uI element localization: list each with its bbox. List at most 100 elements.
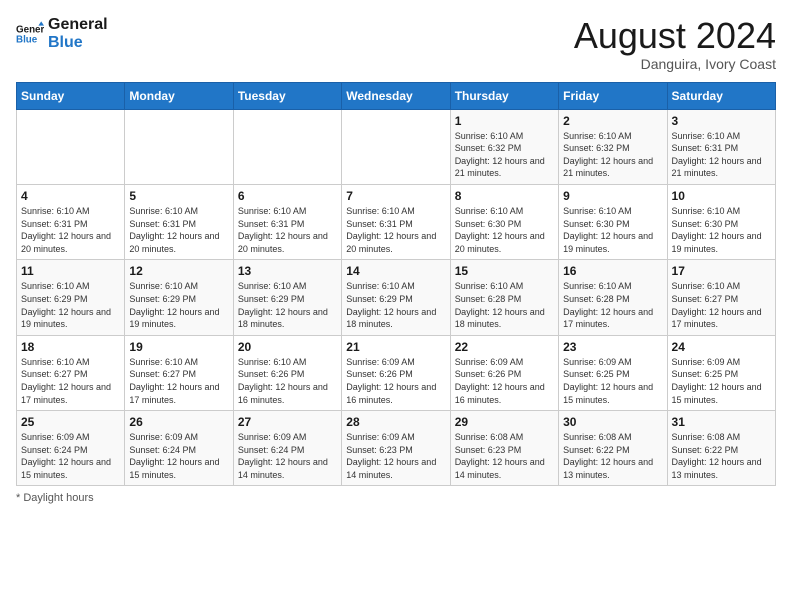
day-info: Sunrise: 6:08 AM Sunset: 6:23 PM Dayligh… xyxy=(455,431,554,481)
day-number: 8 xyxy=(455,189,554,203)
weekday-friday: Friday xyxy=(559,82,667,109)
day-cell xyxy=(342,109,450,184)
day-cell: 10 Sunrise: 6:10 AM Sunset: 6:30 PM Dayli… xyxy=(667,184,775,259)
title-area: August 2024 Danguira, Ivory Coast xyxy=(574,16,776,72)
footer-note: * Daylight hours xyxy=(16,492,776,504)
day-cell: 26 Sunrise: 6:09 AM Sunset: 6:24 PM Dayli… xyxy=(125,411,233,486)
day-cell: 4 Sunrise: 6:10 AM Sunset: 6:31 PM Daylig… xyxy=(17,184,125,259)
day-cell: 28Sunrise: 6:09 AM Sunset: 6:23 PM Dayli… xyxy=(342,411,450,486)
day-cell: 18Sunrise: 6:10 AM Sunset: 6:27 PM Dayli… xyxy=(17,335,125,410)
day-cell: 7 Sunrise: 6:10 AM Sunset: 6:31 PM Daylig… xyxy=(342,184,450,259)
day-number: 16 xyxy=(563,264,662,278)
day-info: Sunrise: 6:10 AM Sunset: 6:31 PM Dayligh… xyxy=(21,205,120,255)
weekday-header-row: SundayMondayTuesdayWednesdayThursdayFrid… xyxy=(17,82,776,109)
logo-general: General xyxy=(48,16,108,34)
weekday-wednesday: Wednesday xyxy=(342,82,450,109)
day-number: 7 xyxy=(346,189,445,203)
day-number: 30 xyxy=(563,415,662,429)
daylight-label: Daylight hours xyxy=(23,492,93,504)
day-number: 5 xyxy=(129,189,228,203)
day-cell: 17 Sunrise: 6:10 AM Sunset: 6:27 PM Dayli… xyxy=(667,260,775,335)
weekday-saturday: Saturday xyxy=(667,82,775,109)
day-number: 23 xyxy=(563,340,662,354)
day-cell: 5Sunrise: 6:10 AM Sunset: 6:31 PM Daylig… xyxy=(125,184,233,259)
day-number: 9 xyxy=(563,189,662,203)
day-info: Sunrise: 6:10 AM Sunset: 6:26 PM Dayligh… xyxy=(238,356,337,406)
day-info: Sunrise: 6:10 AM Sunset: 6:28 PM Dayligh… xyxy=(563,280,662,330)
day-cell: 1 Sunrise: 6:10 AM Sunset: 6:32 PM Daylig… xyxy=(450,109,558,184)
day-cell: 29 Sunrise: 6:08 AM Sunset: 6:23 PM Dayli… xyxy=(450,411,558,486)
day-number: 4 xyxy=(21,189,120,203)
day-cell: 8 Sunrise: 6:10 AM Sunset: 6:30 PM Daylig… xyxy=(450,184,558,259)
day-number: 10 xyxy=(672,189,771,203)
day-cell: 22 Sunrise: 6:09 AM Sunset: 6:26 PM Dayli… xyxy=(450,335,558,410)
day-number: 25 xyxy=(21,415,120,429)
day-number: 28 xyxy=(346,415,445,429)
day-cell: 23 Sunrise: 6:09 AM Sunset: 6:25 PM Dayli… xyxy=(559,335,667,410)
day-cell: 30 Sunrise: 6:08 AM Sunset: 6:22 PM Dayli… xyxy=(559,411,667,486)
day-cell: 12Sunrise: 6:10 AM Sunset: 6:29 PM Dayli… xyxy=(125,260,233,335)
day-info: Sunrise: 6:10 AM Sunset: 6:30 PM Dayligh… xyxy=(563,205,662,255)
day-cell: 16 Sunrise: 6:10 AM Sunset: 6:28 PM Dayli… xyxy=(559,260,667,335)
day-info: Sunrise: 6:09 AM Sunset: 6:26 PM Dayligh… xyxy=(346,356,445,406)
day-info: Sunrise: 6:10 AM Sunset: 6:27 PM Dayligh… xyxy=(672,280,771,330)
week-row-2: 4 Sunrise: 6:10 AM Sunset: 6:31 PM Daylig… xyxy=(17,184,776,259)
day-cell: 14 Sunrise: 6:10 AM Sunset: 6:29 PM Dayli… xyxy=(342,260,450,335)
day-info: Sunrise: 6:10 AM Sunset: 6:31 PM Dayligh… xyxy=(346,205,445,255)
day-cell: 20 Sunrise: 6:10 AM Sunset: 6:26 PM Dayli… xyxy=(233,335,341,410)
day-number: 26 xyxy=(129,415,228,429)
day-cell: 24Sunrise: 6:09 AM Sunset: 6:25 PM Dayli… xyxy=(667,335,775,410)
day-number: 15 xyxy=(455,264,554,278)
day-info: Sunrise: 6:09 AM Sunset: 6:24 PM Dayligh… xyxy=(21,431,120,481)
day-number: 22 xyxy=(455,340,554,354)
month-year: August 2024 xyxy=(574,16,776,56)
day-number: 19 xyxy=(129,340,228,354)
day-info: Sunrise: 6:10 AM Sunset: 6:31 PM Dayligh… xyxy=(238,205,337,255)
week-row-1: 1 Sunrise: 6:10 AM Sunset: 6:32 PM Daylig… xyxy=(17,109,776,184)
day-number: 1 xyxy=(455,114,554,128)
day-number: 14 xyxy=(346,264,445,278)
day-number: 20 xyxy=(238,340,337,354)
day-cell: 21Sunrise: 6:09 AM Sunset: 6:26 PM Dayli… xyxy=(342,335,450,410)
week-row-5: 25 Sunrise: 6:09 AM Sunset: 6:24 PM Dayli… xyxy=(17,411,776,486)
day-info: Sunrise: 6:09 AM Sunset: 6:24 PM Dayligh… xyxy=(129,431,228,481)
day-number: 18 xyxy=(21,340,120,354)
day-number: 6 xyxy=(238,189,337,203)
day-number: 3 xyxy=(672,114,771,128)
day-info: Sunrise: 6:10 AM Sunset: 6:30 PM Dayligh… xyxy=(455,205,554,255)
day-info: Sunrise: 6:09 AM Sunset: 6:26 PM Dayligh… xyxy=(455,356,554,406)
week-row-3: 11Sunrise: 6:10 AM Sunset: 6:29 PM Dayli… xyxy=(17,260,776,335)
day-cell: 13 Sunrise: 6:10 AM Sunset: 6:29 PM Dayli… xyxy=(233,260,341,335)
day-cell: 6 Sunrise: 6:10 AM Sunset: 6:31 PM Daylig… xyxy=(233,184,341,259)
day-cell: 15Sunrise: 6:10 AM Sunset: 6:28 PM Dayli… xyxy=(450,260,558,335)
day-info: Sunrise: 6:10 AM Sunset: 6:27 PM Dayligh… xyxy=(129,356,228,406)
svg-text:Blue: Blue xyxy=(16,34,38,45)
day-info: Sunrise: 6:10 AM Sunset: 6:32 PM Dayligh… xyxy=(563,130,662,180)
day-cell: 2 Sunrise: 6:10 AM Sunset: 6:32 PM Daylig… xyxy=(559,109,667,184)
day-info: Sunrise: 6:10 AM Sunset: 6:30 PM Dayligh… xyxy=(672,205,771,255)
day-cell: 31Sunrise: 6:08 AM Sunset: 6:22 PM Dayli… xyxy=(667,411,775,486)
day-number: 12 xyxy=(129,264,228,278)
day-info: Sunrise: 6:10 AM Sunset: 6:29 PM Dayligh… xyxy=(346,280,445,330)
day-info: Sunrise: 6:10 AM Sunset: 6:32 PM Dayligh… xyxy=(455,130,554,180)
day-number: 17 xyxy=(672,264,771,278)
day-info: Sunrise: 6:08 AM Sunset: 6:22 PM Dayligh… xyxy=(563,431,662,481)
day-number: 13 xyxy=(238,264,337,278)
day-info: Sunrise: 6:09 AM Sunset: 6:24 PM Dayligh… xyxy=(238,431,337,481)
week-row-4: 18 Sunrise: 6:10 AM Sunset: 6:27 PM Dayli… xyxy=(17,335,776,410)
day-cell: 11Sunrise: 6:10 AM Sunset: 6:29 PM Dayli… xyxy=(17,260,125,335)
day-cell xyxy=(125,109,233,184)
day-info: Sunrise: 6:09 AM Sunset: 6:25 PM Dayligh… xyxy=(563,356,662,406)
day-info: Sunrise: 6:09 AM Sunset: 6:25 PM Dayligh… xyxy=(672,356,771,406)
location: Danguira, Ivory Coast xyxy=(574,56,776,72)
day-info: Sunrise: 6:10 AM Sunset: 6:31 PM Dayligh… xyxy=(672,130,771,180)
weekday-sunday: Sunday xyxy=(17,82,125,109)
day-cell xyxy=(233,109,341,184)
day-cell: 27Sunrise: 6:09 AM Sunset: 6:24 PM Dayli… xyxy=(233,411,341,486)
day-number: 2 xyxy=(563,114,662,128)
day-cell: 9 Sunrise: 6:10 AM Sunset: 6:30 PM Daylig… xyxy=(559,184,667,259)
day-info: Sunrise: 6:10 AM Sunset: 6:29 PM Dayligh… xyxy=(238,280,337,330)
logo-blue: Blue xyxy=(48,34,108,52)
day-number: 29 xyxy=(455,415,554,429)
day-info: Sunrise: 6:08 AM Sunset: 6:22 PM Dayligh… xyxy=(672,431,771,481)
